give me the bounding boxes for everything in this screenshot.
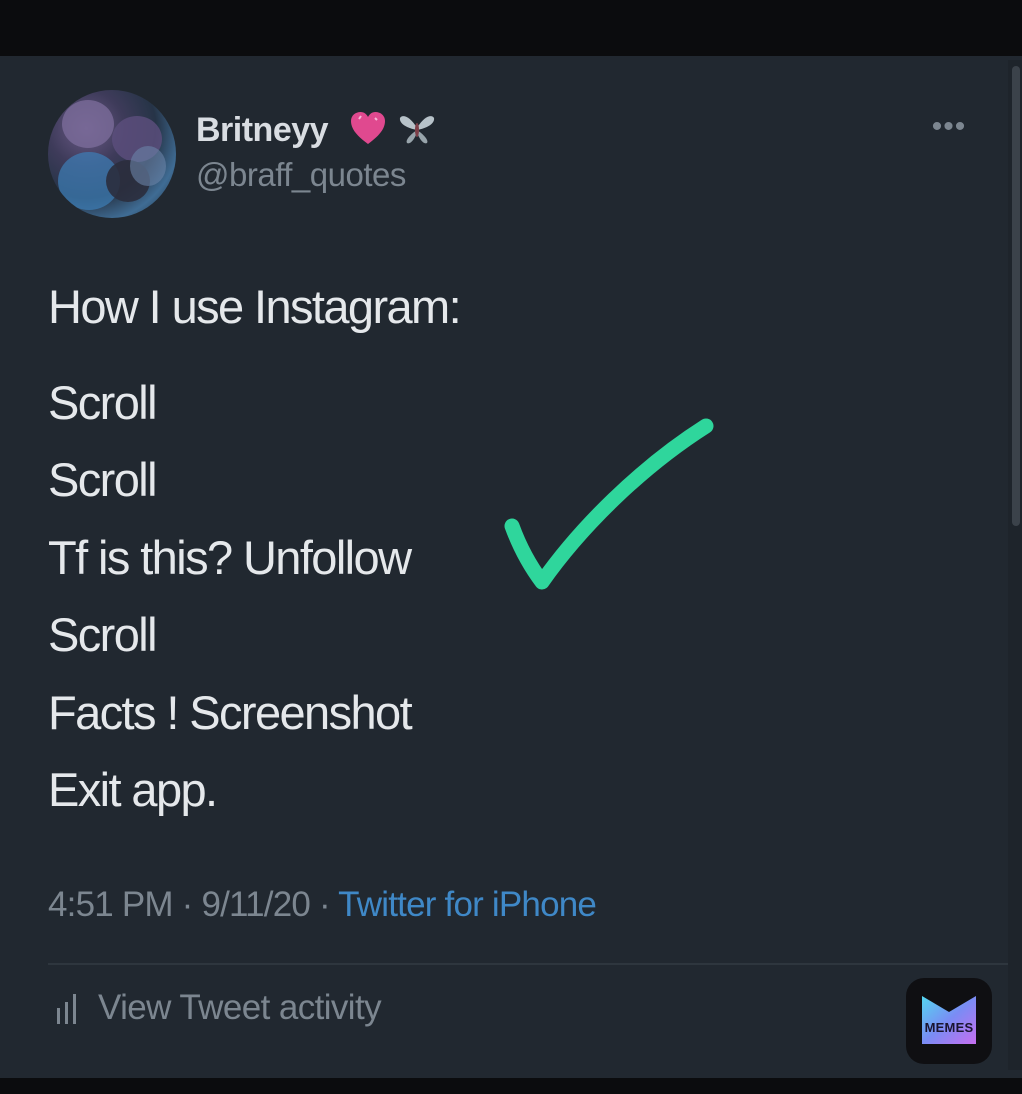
more-options-button[interactable]: ••• [926,112,972,146]
tweet-text-line: Tf is this? Unfollow [48,531,412,584]
tweet-timestamp: 4:51 PM · 9/11/20 · Twitter for iPhone [48,885,597,925]
separator-dot: · [310,885,339,924]
tweet-date[interactable]: 9/11/20 [201,885,310,924]
view-tweet-activity-button[interactable]: View Tweet activity [48,986,382,1030]
tweet-text-line: How I use Instagram: [48,280,462,333]
tweet-text-line: Facts ! Screenshot [48,686,413,739]
fairy-butterfly-icon [399,116,435,144]
view-tweet-activity-label: View Tweet activity [98,988,382,1027]
avatar-shape [130,146,166,186]
display-name[interactable]: Britneyy [196,111,329,150]
memes-watermark-text: MEMES [924,1020,974,1035]
bar-chart-icon [57,994,76,1024]
bottom-bar [0,1078,1022,1094]
tweet-source-link[interactable]: Twitter for iPhone [338,885,597,924]
scrollbar-thumb[interactable] [1012,66,1020,526]
divider [48,963,1008,965]
screenshot: Britneyy @braff_quotes ••• How I use Ins… [0,0,1022,1094]
top-status-bar [0,0,1022,56]
pink-heart-icon [351,112,385,144]
memes-watermark-logo: MEMES [906,978,992,1064]
avatar[interactable] [48,90,176,218]
checkmark-icon [504,418,714,590]
tweet-text-line: Scroll [48,608,158,661]
tweet-text-line: Scroll [48,453,158,506]
tweet-time[interactable]: 4:51 PM [48,885,174,924]
separator-dot: · [172,885,202,924]
tweet-text-line: Scroll [48,376,158,429]
username-handle[interactable]: @braff_quotes [196,156,406,194]
avatar-shape [62,100,114,148]
tweet-text-line: Exit app. [48,763,218,816]
